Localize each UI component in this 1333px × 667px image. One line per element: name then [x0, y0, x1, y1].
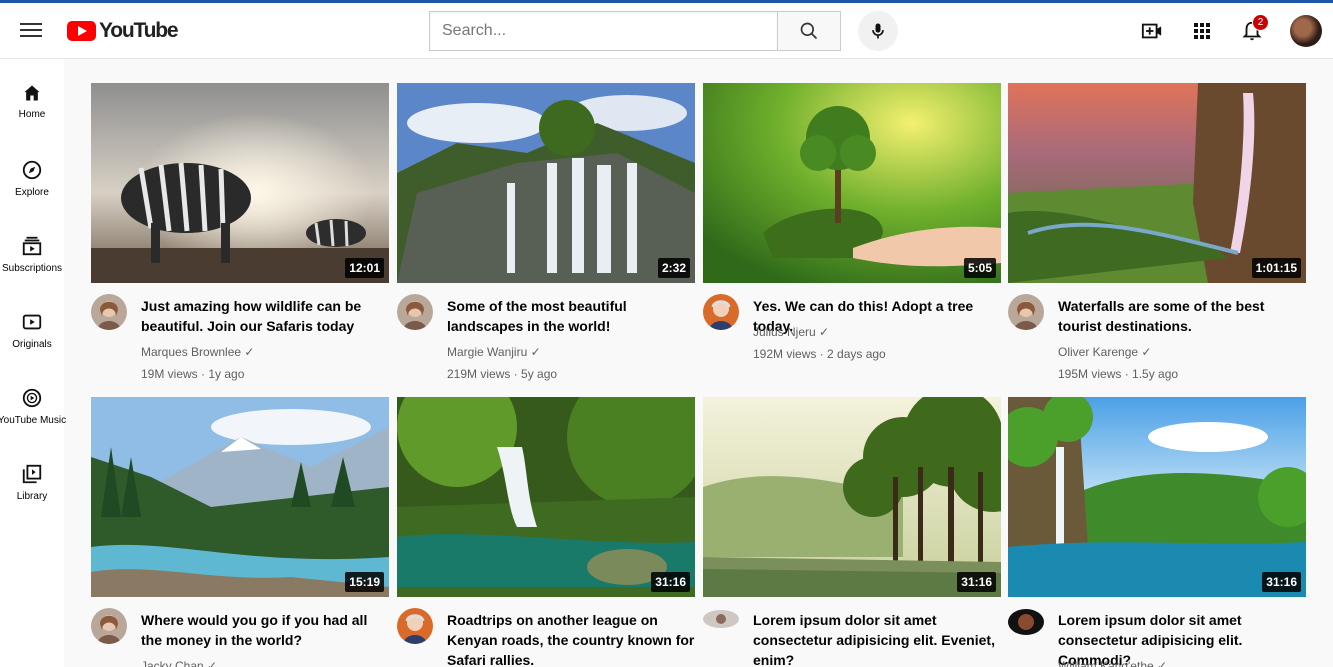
video-meta: 19M views · 1y ago: [141, 367, 245, 381]
person-avatar-icon: [91, 608, 127, 644]
compass-icon: [22, 160, 42, 180]
nav-label: Explore: [15, 187, 49, 198]
video-meta: 219M views · 5y ago: [447, 367, 558, 381]
play-logo-icon: [67, 21, 96, 41]
video-duration: 12:01: [345, 258, 384, 278]
mountain-river-thumbnail-image: [91, 397, 389, 597]
zebra-thumbnail-image: [91, 83, 389, 283]
video-duration: 31:16: [957, 572, 996, 592]
apps-grid-icon: [1194, 23, 1210, 39]
video-duration: 1:01:15: [1251, 258, 1301, 278]
nav-label: Subscriptions: [1, 263, 63, 274]
video-meta: 195M views · 1.5y ago: [1058, 367, 1179, 381]
nav-label: Home: [18, 109, 46, 120]
subscriptions-icon: [22, 236, 42, 256]
nav-item-home[interactable]: Home: [0, 59, 64, 133]
person-avatar-icon: [397, 608, 433, 644]
video-title[interactable]: Roadtrips on another league on Kenyan ro…: [447, 610, 697, 667]
video-title[interactable]: Some of the most beautiful landscapes in…: [447, 296, 697, 336]
video-thumbnail[interactable]: 31:16: [397, 397, 695, 597]
channel-avatar[interactable]: [91, 294, 127, 330]
video-meta: 192M views · 2 days ago: [753, 347, 886, 361]
nav-item-library[interactable]: Library: [0, 439, 64, 513]
search-button[interactable]: [777, 11, 841, 51]
search-input[interactable]: [429, 11, 777, 51]
home-icon: [24, 85, 40, 101]
originals-icon: [22, 314, 42, 330]
channel-avatar[interactable]: [91, 608, 127, 644]
forest-waterfall-thumbnail-image: [397, 397, 695, 597]
person-avatar-icon: [703, 610, 739, 628]
library-icon: [22, 464, 42, 484]
channel-avatar[interactable]: [1008, 294, 1044, 330]
side-nav: Home Explore Subscriptions Originals You…: [0, 59, 67, 667]
search-icon: [800, 22, 818, 40]
video-duration: 31:16: [1262, 572, 1301, 592]
channel-name[interactable]: Oliver Karenge ✓: [1058, 345, 1151, 359]
music-icon: [22, 388, 42, 408]
video-thumbnail[interactable]: 31:16: [703, 397, 1001, 597]
video-thumbnail[interactable]: 15:19: [91, 397, 389, 597]
channel-name[interactable]: William Kang'ethe ✓: [1058, 659, 1167, 667]
video-duration: 15:19: [345, 572, 384, 592]
top-bar: YouTube 2: [0, 3, 1333, 59]
menu-icon[interactable]: [20, 20, 42, 40]
video-title[interactable]: Just amazing how wildlife can be beautif…: [141, 296, 391, 336]
account-avatar[interactable]: [1290, 15, 1322, 47]
create-video-button[interactable]: [1140, 19, 1164, 43]
video-thumbnail[interactable]: 1:01:15: [1008, 83, 1306, 283]
search-bar: [429, 11, 841, 51]
video-add-icon: [1141, 23, 1162, 39]
channel-avatar[interactable]: [1008, 609, 1044, 635]
nav-label: Originals: [12, 339, 52, 350]
microphone-icon: [872, 23, 884, 39]
voice-search-button[interactable]: [858, 11, 898, 51]
nav-label: Library: [16, 491, 48, 502]
nav-label: YouTube Music: [0, 415, 67, 426]
person-avatar-icon: [1008, 294, 1044, 330]
waterfall-thumbnail-image: [397, 83, 695, 283]
video-thumbnail[interactable]: 5:05: [703, 83, 1001, 283]
nav-item-subscriptions[interactable]: Subscriptions: [0, 211, 64, 285]
nav-item-originals[interactable]: Originals: [0, 287, 64, 361]
tropical-waterfall-thumbnail-image: [1008, 397, 1306, 597]
video-thumbnail[interactable]: 31:16: [1008, 397, 1306, 597]
video-duration: 2:32: [657, 258, 690, 278]
lake-forest-thumbnail-image: [703, 397, 1001, 597]
video-duration: 5:05: [963, 258, 996, 278]
video-thumbnail[interactable]: 2:32: [397, 83, 695, 283]
tree-in-hand-thumbnail-image: [703, 83, 1001, 283]
logo-text: YouTube: [99, 19, 179, 42]
waterfall-sunset-thumbnail-image: [1008, 83, 1306, 283]
person-avatar-icon: [397, 294, 433, 330]
channel-avatar[interactable]: [703, 610, 739, 628]
notification-badge: 2: [1252, 14, 1269, 31]
person-avatar-icon: [703, 294, 739, 330]
nav-item-explore[interactable]: Explore: [0, 135, 64, 209]
channel-name[interactable]: Jacky Chan ✓: [141, 659, 217, 667]
apps-button[interactable]: [1190, 19, 1214, 43]
channel-name[interactable]: Marques Brownlee ✓: [141, 345, 254, 359]
channel-avatar[interactable]: [397, 294, 433, 330]
person-avatar-icon: [91, 294, 127, 330]
person-avatar-icon: [1008, 609, 1044, 635]
channel-name[interactable]: Margie Wanjiru ✓: [447, 345, 541, 359]
youtube-logo[interactable]: YouTube: [67, 19, 179, 43]
video-thumbnail[interactable]: 12:01: [91, 83, 389, 283]
video-title[interactable]: Waterfalls are some of the best tourist …: [1058, 296, 1308, 336]
nav-item-youtube-music[interactable]: YouTube Music: [0, 363, 67, 437]
channel-avatar[interactable]: [703, 294, 739, 330]
video-title[interactable]: Lorem ipsum dolor sit amet consectetur a…: [753, 610, 1003, 667]
channel-name[interactable]: Julius Njeru ✓: [753, 325, 829, 339]
video-title[interactable]: Where would you go if you had all the mo…: [141, 610, 391, 650]
video-duration: 31:16: [651, 572, 690, 592]
channel-avatar[interactable]: [397, 608, 433, 644]
